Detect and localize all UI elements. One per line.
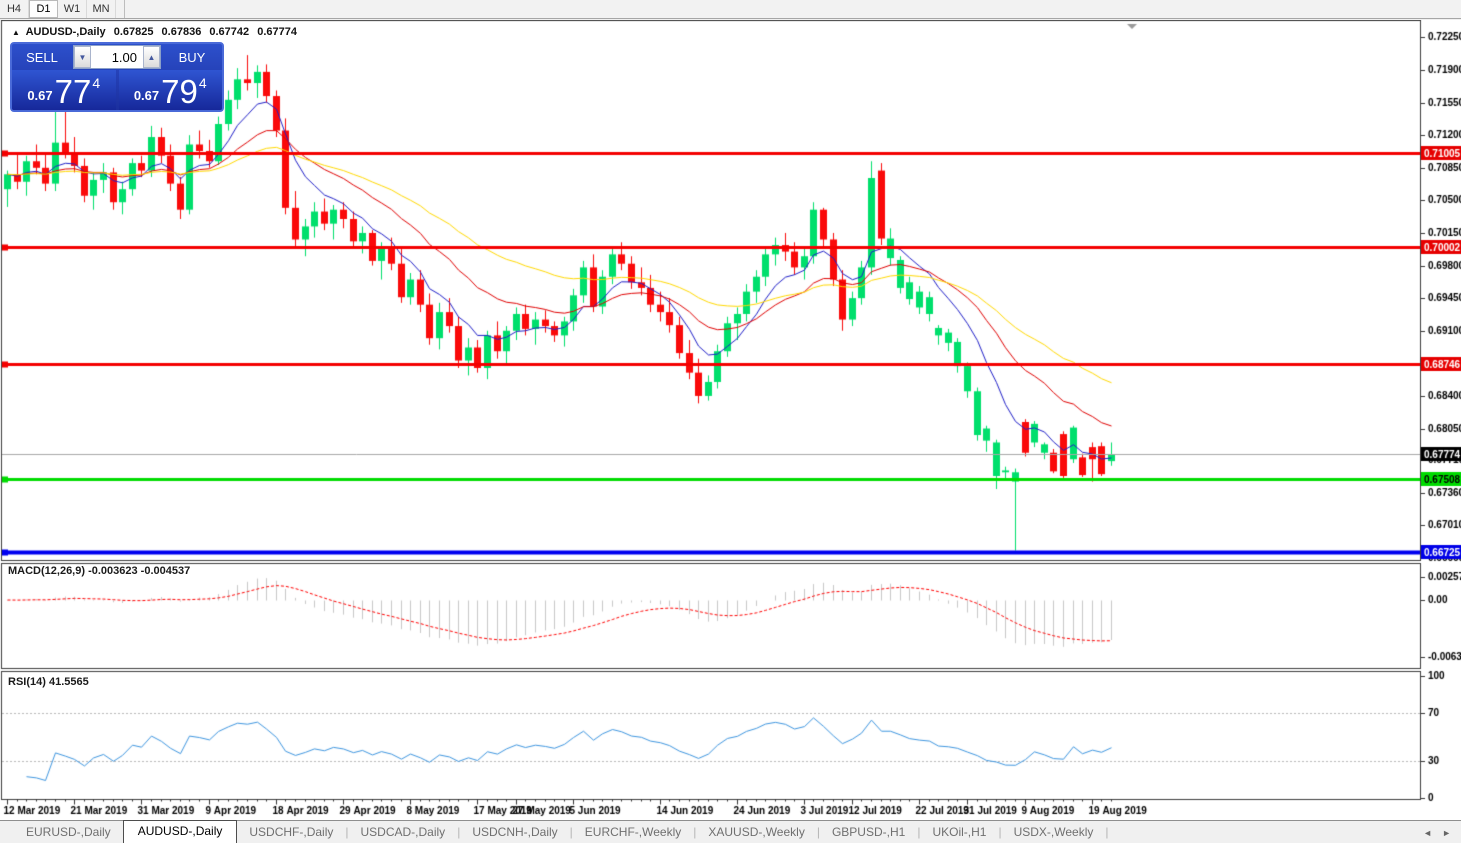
buy-button[interactable]: 0.67 79 4	[119, 70, 223, 110]
tab-xauusd-weekly[interactable]: XAUUSD-,Weekly	[696, 822, 816, 843]
tab-eurusd-daily[interactable]: EURUSD-,Daily	[14, 822, 123, 843]
symbol-info: ▲ AUDUSD-,Daily 0.67825 0.67836 0.67742 …	[12, 26, 302, 38]
tab-usdcad-daily[interactable]: USDCAD-,Daily	[349, 822, 458, 843]
tab-usdcnh-daily[interactable]: USDCNH-,Daily	[460, 822, 569, 843]
timeframe-w1-button[interactable]: W1	[58, 0, 87, 18]
symbol-tabbar: EURUSD-,Daily AUDUSD-,Daily USDCHF-,Dail…	[0, 820, 1461, 843]
timeframe-d1-button[interactable]: D1	[29, 0, 58, 18]
toolbar-separator	[124, 0, 125, 18]
tab-ukoil-h1[interactable]: UKOil-,H1	[920, 822, 998, 843]
tab-separator: |	[1105, 825, 1108, 843]
timeframe-mn-button[interactable]: MN	[87, 0, 116, 18]
volume-increase-button[interactable]: ▲	[143, 46, 160, 68]
tabbar-scroll-right-button[interactable]: ►	[1442, 828, 1451, 838]
sell-button[interactable]: 0.67 77 4	[12, 70, 116, 110]
trade-panel: SELL ▼ 1.00 ▲ BUY 0.67 77 4 0.67 79 4	[10, 42, 224, 112]
rsi-indicator-label: RSI(14) 41.5565	[8, 676, 89, 688]
quote-open: 0.67825	[114, 26, 154, 38]
buy-tab-button[interactable]: BUY	[162, 44, 222, 70]
timeframe-h4-button[interactable]: H4	[0, 0, 29, 18]
tab-usdx-weekly[interactable]: USDX-,Weekly	[1002, 822, 1106, 843]
tabbar-scroll-left-button[interactable]: ◄	[1423, 828, 1432, 838]
symbol-marker-icon: ▲	[12, 28, 20, 37]
tab-eurchf-weekly[interactable]: EURCHF-,Weekly	[573, 822, 693, 843]
sell-price-big: 77	[55, 77, 92, 107]
volume-input[interactable]: 1.00	[91, 46, 143, 68]
symbol-title: AUDUSD-,Daily	[26, 26, 106, 38]
trading-terminal-window: H4 D1 W1 MN ▲ AUDUSD-,Daily 0.67825 0.67…	[0, 0, 1461, 843]
quote-high: 0.67836	[162, 26, 202, 38]
tab-audusd-daily[interactable]: AUDUSD-,Daily	[123, 820, 238, 843]
tab-usdchf-daily[interactable]: USDCHF-,Daily	[237, 822, 345, 843]
tabbar-scrolls: ◄ ►	[1423, 828, 1461, 843]
quote-low: 0.67742	[209, 26, 249, 38]
volume-decrease-button[interactable]: ▼	[74, 46, 91, 68]
chart-canvas[interactable]	[0, 20, 1461, 820]
sell-tab-button[interactable]: SELL	[12, 44, 72, 70]
sell-price-prefix: 0.67	[27, 88, 52, 103]
quote-close: 0.67774	[257, 26, 297, 38]
buy-price-big: 79	[161, 77, 198, 107]
volume-stepper: ▼ 1.00 ▲	[73, 45, 161, 69]
timeframe-toolbar: H4 D1 W1 MN	[0, 0, 1461, 19]
macd-indicator-label: MACD(12,26,9) -0.003623 -0.004537	[8, 565, 190, 577]
buy-price-pip: 4	[199, 75, 207, 91]
tab-gbpusd-h1[interactable]: GBPUSD-,H1	[820, 822, 917, 843]
buy-price-prefix: 0.67	[134, 88, 159, 103]
sell-price-pip: 4	[92, 75, 100, 91]
